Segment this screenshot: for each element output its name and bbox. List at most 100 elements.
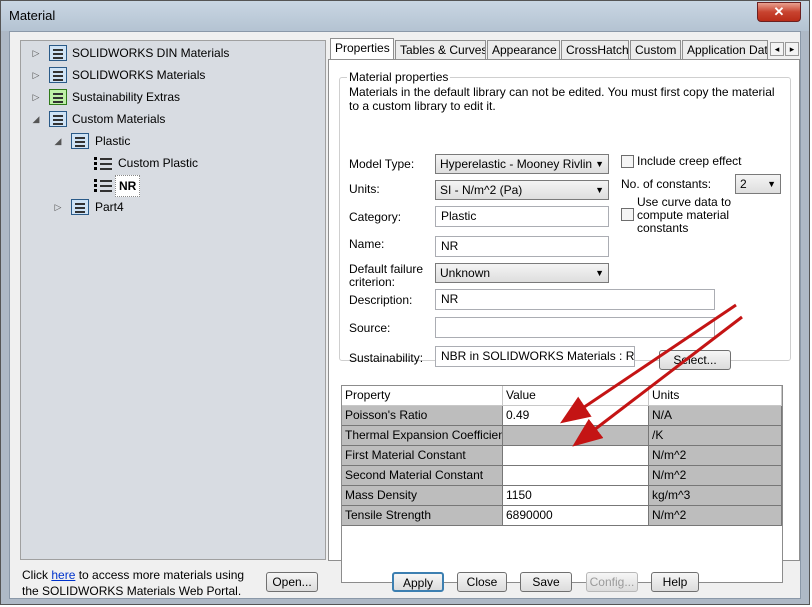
- failure-criterion-label-line2: criterion:: [349, 275, 396, 289]
- apply-button[interactable]: Apply: [392, 572, 444, 592]
- save-button[interactable]: Save: [520, 572, 572, 592]
- source-field[interactable]: [435, 317, 715, 338]
- collapse-arrow-icon[interactable]: ◢: [31, 109, 41, 129]
- table-row: First Material Constant N/m^2: [342, 446, 782, 466]
- tab-scroll-left-icon[interactable]: ◂: [770, 42, 784, 56]
- property-table: Property Value Units Poisson's Ratio 0.4…: [341, 385, 783, 583]
- property-name-cell: Tensile Strength: [342, 506, 503, 526]
- property-name-cell: Mass Density: [342, 486, 503, 506]
- tree-item-solidworks-materials[interactable]: ▷ SOLIDWORKS Materials: [21, 65, 321, 85]
- tree-item-label: Custom Plastic: [118, 156, 199, 170]
- dropdown-arrow-icon: ▼: [595, 159, 604, 169]
- material-dialog: Material ✕ ▷ SOLIDWORKS DIN Materials ▷ …: [0, 0, 810, 605]
- name-field[interactable]: NR: [435, 236, 609, 257]
- include-creep-checkbox[interactable]: [621, 155, 634, 168]
- tree-item-label: Plastic: [95, 134, 131, 148]
- property-name-cell: Poisson's Ratio: [342, 406, 503, 426]
- property-value-cell[interactable]: 6890000: [503, 506, 649, 526]
- curve-data-checkbox[interactable]: [621, 208, 634, 221]
- property-units-cell: /K: [649, 426, 782, 446]
- units-label: Units:: [349, 182, 380, 196]
- category-label: Category:: [349, 210, 402, 224]
- tree-item-custom-plastic[interactable]: Custom Plastic: [21, 153, 321, 173]
- expand-arrow-icon[interactable]: ▷: [31, 87, 41, 107]
- property-units-cell: N/m^2: [649, 506, 782, 526]
- table-row: Mass Density 1150 kg/m^3: [342, 486, 782, 506]
- header-property: Property: [342, 386, 503, 406]
- table-row: Poisson's Ratio 0.49 N/A: [342, 406, 782, 426]
- table-header-row: Property Value Units: [342, 386, 782, 406]
- footer-text-before: Click: [22, 568, 52, 582]
- library-note: Materials in the default library can not…: [349, 85, 775, 113]
- property-units-cell: N/m^2: [649, 446, 782, 466]
- category-folder-icon: [71, 133, 89, 149]
- tree-item-custom-materials[interactable]: ◢ Custom Materials: [21, 109, 321, 129]
- property-value-cell[interactable]: 1150: [503, 486, 649, 506]
- failure-criterion-value: Unknown: [440, 266, 491, 280]
- material-list-icon: [94, 155, 112, 171]
- expand-arrow-icon[interactable]: ▷: [31, 65, 41, 85]
- description-field[interactable]: NR: [435, 289, 715, 310]
- tree-item-solidworks-din-materials[interactable]: ▷ SOLIDWORKS DIN Materials: [21, 43, 321, 63]
- units-select[interactable]: SI - N/m^2 (Pa) ▼: [435, 180, 609, 200]
- failure-criterion-select[interactable]: Unknown ▼: [435, 263, 609, 283]
- tab-appearance[interactable]: Appearance: [487, 40, 560, 60]
- web-portal-note: Click here to access more materials usin…: [22, 567, 262, 599]
- tab-custom[interactable]: Custom: [630, 40, 681, 60]
- table-row: Tensile Strength 6890000 N/m^2: [342, 506, 782, 526]
- units-value: SI - N/m^2 (Pa): [440, 183, 523, 197]
- dropdown-arrow-icon: ▼: [595, 185, 604, 195]
- source-label: Source:: [349, 321, 391, 335]
- title-bar: Material ✕: [1, 1, 809, 31]
- sustainability-library-icon: [49, 89, 67, 105]
- tab-strip: Properties Tables & Curves Appearance Cr…: [328, 38, 799, 60]
- property-name-cell: Thermal Expansion Coefficient: [342, 426, 503, 446]
- tree-item-part4[interactable]: ▷ Part4: [21, 197, 321, 217]
- sustainability-field[interactable]: NBR in SOLIDWORKS Materials : Rubber: [435, 346, 635, 367]
- property-value-cell[interactable]: [503, 466, 649, 486]
- expand-arrow-icon[interactable]: ▷: [53, 197, 63, 217]
- table-row: Thermal Expansion Coefficient /K: [342, 426, 782, 446]
- tab-scroll-right-icon[interactable]: ▸: [785, 42, 799, 56]
- expand-arrow-icon[interactable]: ▷: [31, 43, 41, 63]
- constants-value: 2: [740, 177, 747, 191]
- include-creep-label: Include creep effect: [637, 154, 742, 168]
- property-value-cell[interactable]: 0.49: [503, 406, 649, 426]
- dialog-body: ▷ SOLIDWORKS DIN Materials ▷ SOLIDWORKS …: [9, 31, 801, 599]
- tree-item-plastic[interactable]: ◢ Plastic: [21, 131, 321, 151]
- header-value: Value: [503, 386, 649, 406]
- close-button[interactable]: Close: [457, 572, 507, 592]
- tree-item-label: Part4: [95, 200, 124, 214]
- tree-item-sustainability-extras[interactable]: ▷ Sustainability Extras: [21, 87, 321, 107]
- tab-tables-curves[interactable]: Tables & Curves: [395, 40, 486, 60]
- tab-properties[interactable]: Properties: [330, 38, 394, 60]
- material-library-tree: ▷ SOLIDWORKS DIN Materials ▷ SOLIDWORKS …: [20, 40, 326, 560]
- property-value-cell[interactable]: [503, 426, 649, 446]
- open-button[interactable]: Open...: [266, 572, 318, 592]
- property-units-cell: kg/m^3: [649, 486, 782, 506]
- property-units-cell: N/A: [649, 406, 782, 426]
- help-button[interactable]: Help: [651, 572, 699, 592]
- curve-data-label-line3: constants: [637, 221, 689, 235]
- constants-select[interactable]: 2 ▼: [735, 174, 781, 194]
- category-field[interactable]: Plastic: [435, 206, 609, 227]
- tree-item-label: Sustainability Extras: [72, 90, 181, 104]
- tree-item-nr[interactable]: NR: [21, 175, 321, 197]
- tab-crosshatch[interactable]: CrossHatch: [561, 40, 629, 60]
- dropdown-arrow-icon: ▼: [767, 179, 776, 189]
- tab-application-data[interactable]: Application Data: [682, 40, 768, 60]
- header-units: Units: [649, 386, 782, 406]
- property-value-cell[interactable]: [503, 446, 649, 466]
- model-type-select[interactable]: Hyperelastic - Mooney Rivlin ▼: [435, 154, 609, 174]
- close-window-button[interactable]: ✕: [757, 2, 801, 22]
- group-title: Material properties: [347, 70, 451, 84]
- config-button[interactable]: Config...: [586, 572, 638, 592]
- material-list-icon: [94, 177, 112, 193]
- library-book-icon: [49, 67, 67, 83]
- select-button[interactable]: Select...: [659, 350, 731, 370]
- property-units-cell: N/m^2: [649, 466, 782, 486]
- library-book-icon: [49, 45, 67, 61]
- web-portal-link[interactable]: here: [51, 568, 75, 582]
- collapse-arrow-icon[interactable]: ◢: [53, 131, 63, 151]
- property-name-cell: Second Material Constant: [342, 466, 503, 486]
